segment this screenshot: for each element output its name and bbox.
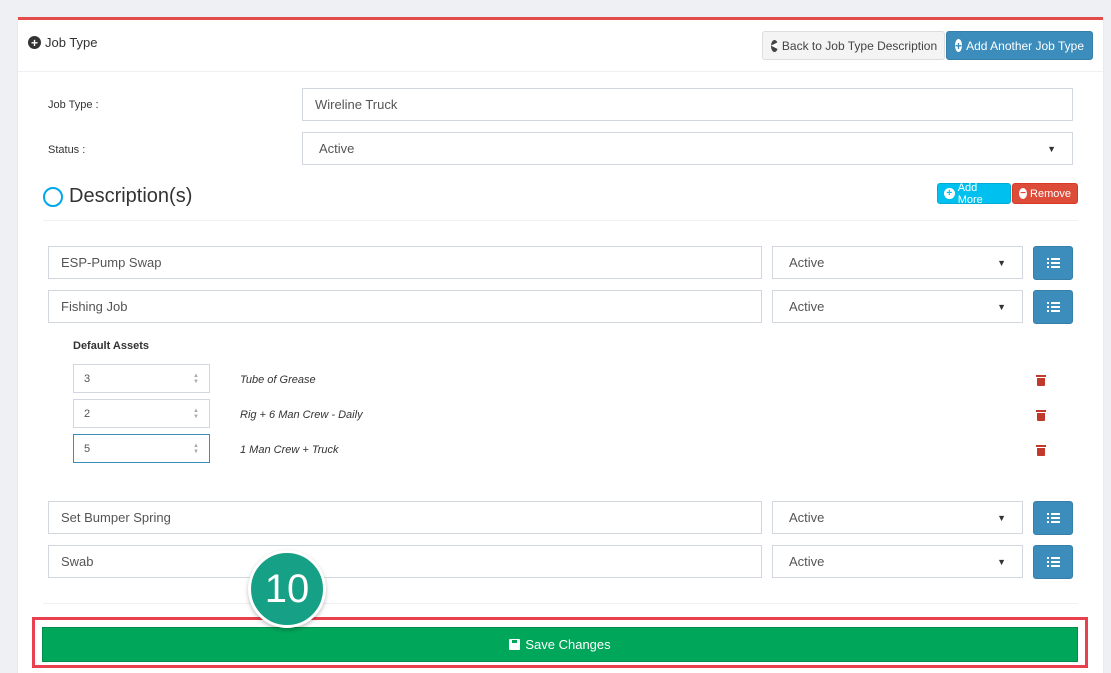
asset-quantity-input[interactable]: 5 ▲ ▼ [73,434,210,463]
descriptions-heading-text: Description(s) [69,185,193,207]
back-to-job-type-description-button[interactable]: ◀ Back to Job Type Description [762,31,945,60]
description-status-select[interactable]: Active ▼ [772,246,1023,279]
description-input[interactable]: Swab [48,545,762,578]
description-assets-button[interactable] [1033,246,1073,280]
divider [43,220,1078,221]
add-more-button[interactable]: + Add More [937,181,1011,206]
asset-name: Tube of Grease [240,374,316,386]
status-select-value: Active [319,141,355,156]
caret-down-icon: ▼ [997,556,1006,567]
panel-title-text: Job Type [45,35,98,50]
remove-label: Remove [1030,187,1071,200]
default-assets-title: Default Assets [73,340,150,352]
step-number-badge: 10 [248,550,326,628]
asset-quantity-value: 2 [84,407,91,420]
description-status-select[interactable]: Active ▼ [772,290,1023,323]
list-icon [1046,302,1060,312]
panel-title: + Job Type [28,35,98,50]
save-changes-button[interactable]: Save Changes [42,627,1078,662]
caret-down-icon: ▼ [997,301,1006,312]
add-another-job-type-button[interactable]: + Add Another Job Type [946,31,1093,60]
list-icon [1046,258,1060,268]
descriptions-heading: Description(s) [43,185,192,208]
save-changes-label: Save Changes [525,637,611,652]
description-input[interactable]: Set Bumper Spring [48,501,762,534]
description-status-select[interactable]: Active ▼ [772,501,1023,534]
spinner-icon[interactable]: ▲ ▼ [193,373,199,385]
description-assets-button[interactable] [1033,290,1073,324]
spinner-icon[interactable]: ▲ ▼ [193,408,199,420]
job-type-panel: + Job Type ◀ Back to Job Type Descriptio… [18,17,1103,673]
panel-header: + Job Type ◀ Back to Job Type Descriptio… [18,20,1103,72]
description-status-value: Active [789,299,825,314]
asset-quantity-value: 5 [84,442,91,455]
list-icon [1046,557,1060,567]
asset-name: Rig + 6 Man Crew - Daily [240,409,363,421]
caret-down-icon: ▼ [997,257,1006,268]
remove-button[interactable]: − Remove [1012,183,1078,204]
caret-down-icon: ▼ [1047,143,1056,154]
trash-icon[interactable] [1036,409,1046,421]
job-type-input[interactable]: Wireline Truck [302,88,1073,121]
asset-quantity-input[interactable]: 2 ▲ ▼ [73,399,210,428]
add-job-type-label: Add Another Job Type [966,38,1084,53]
trash-icon[interactable] [1036,444,1046,456]
plus-circle-icon: + [955,38,963,53]
description-assets-button[interactable] [1033,501,1073,535]
description-input[interactable]: ESP-Pump Swap [48,246,762,279]
description-status-value: Active [789,255,825,270]
asset-quantity-value: 3 [84,372,91,385]
status-select[interactable]: Active ▼ [302,132,1073,165]
description-assets-button[interactable] [1033,545,1073,579]
arrow-left-circle-icon: ◀ [771,39,778,52]
list-icon [1046,513,1060,523]
description-status-value: Active [789,554,825,569]
asset-quantity-input[interactable]: 3 ▲ ▼ [73,364,210,393]
description-status-select[interactable]: Active ▼ [772,545,1023,578]
trash-icon[interactable] [1036,374,1046,386]
add-more-label: Add More [957,181,983,206]
caret-down-icon: ▼ [997,512,1006,523]
status-label: Status : [48,144,86,156]
circle-outline-icon [43,186,63,207]
spinner-icon[interactable]: ▲ ▼ [193,443,199,455]
description-input[interactable]: Fishing Job [48,290,762,323]
plus-circle-icon: + [28,36,41,49]
description-status-value: Active [789,510,825,525]
floppy-disk-icon [509,639,521,650]
back-button-label: Back to Job Type Description [781,38,938,53]
job-type-label: Job Type : [48,99,99,111]
asset-name: 1 Man Crew + Truck [240,444,339,456]
divider [43,603,1078,604]
minus-circle-icon: − [1019,187,1028,199]
plus-circle-icon: + [944,188,955,199]
